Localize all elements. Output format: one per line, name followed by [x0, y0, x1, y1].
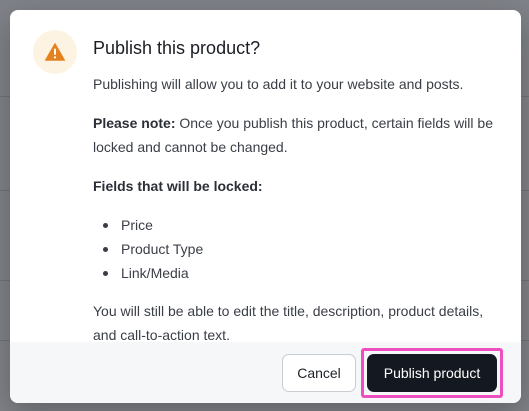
publish-product-button[interactable]: Publish product	[367, 354, 497, 392]
warning-triangle-icon	[45, 43, 65, 61]
warning-badge	[33, 30, 77, 74]
list-item: Product Type	[103, 237, 493, 261]
list-item: Link/Media	[103, 261, 493, 285]
dialog-intro: Publishing will allow you to add it to y…	[93, 76, 464, 92]
dialog-content: Publish this product? Publishing will al…	[93, 36, 493, 362]
note-label: Please note:	[93, 115, 176, 131]
list-item: Price	[103, 213, 493, 237]
dialog-note: Please note: Once you publish this produ…	[93, 111, 493, 159]
locked-fields-heading: Fields that will be locked:	[93, 178, 263, 194]
locked-fields-list: Price Product Type Link/Media	[93, 213, 493, 285]
dialog-title: Publish this product?	[93, 38, 261, 58]
editable-fields-note: You will still be able to edit the title…	[93, 303, 484, 343]
dialog-footer: Cancel Publish product	[10, 342, 521, 403]
cancel-button[interactable]: Cancel	[282, 354, 356, 392]
publish-dialog: Publish this product? Publishing will al…	[10, 10, 521, 403]
dialog-body: Publish this product? Publishing will al…	[10, 10, 521, 343]
